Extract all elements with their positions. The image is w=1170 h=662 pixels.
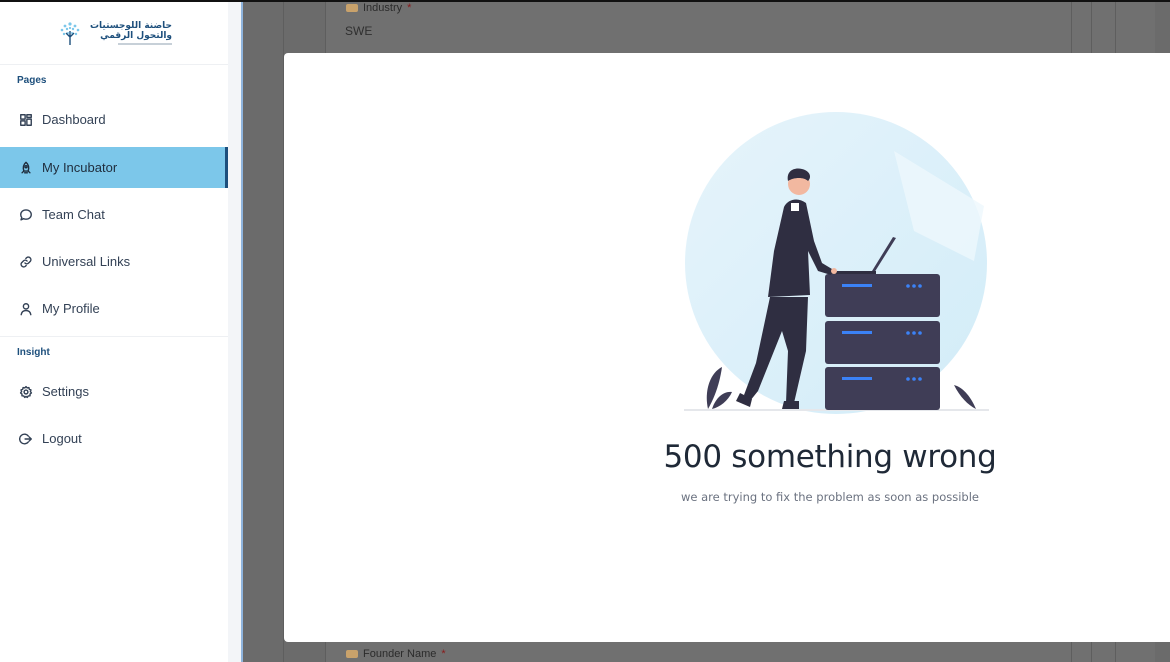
industry-field-value[interactable]: SWE [345,24,372,38]
sidebar-item-universal-links[interactable]: Universal Links [0,241,228,282]
founder-emoji-icon [346,650,358,658]
sidebar-divider [0,336,228,337]
server-error-illustration [684,112,989,414]
logo-tagline [118,42,173,45]
plant-right-icon [954,385,976,409]
founder-name-field-label: Founder Name * [346,648,446,660]
dashboard-icon [18,112,34,128]
user-icon [18,301,34,317]
sidebar-item-settings[interactable]: Settings [0,371,228,412]
logo-line-2: والتحول الرقمي [100,30,173,41]
plant-left-icon [706,367,732,409]
logout-icon [18,431,34,447]
logo-text: حاضنة اللوجستيات والتحول الرقمي [89,20,173,45]
sidebar-item-label: My Incubator [42,160,118,175]
sidebar: حاضنة اللوجستيات والتحول الرقمي Pages Da… [0,2,228,662]
gear-icon [18,384,34,400]
sidebar-item-label: My Profile [42,301,100,316]
chat-bubble-icon [18,207,34,223]
section-label-pages: Pages [17,75,47,86]
rocket-icon [18,160,34,176]
sidebar-item-label: Settings [42,384,89,399]
industry-emoji-icon [346,4,358,12]
logo-area: حاضنة اللوجستيات والتحول الرقمي [0,2,228,65]
sidebar-item-label: Logout [42,431,82,446]
sidebar-item-label: Dashboard [42,112,106,127]
sidebar-item-my-profile[interactable]: My Profile [0,288,228,329]
sidebar-item-logout[interactable]: Logout [0,418,228,459]
logo-line-1: حاضنة اللوجستيات [89,20,173,31]
sidebar-item-my-incubator[interactable]: My Incubator [0,147,228,188]
sidebar-item-label: Team Chat [42,207,105,222]
sidebar-item-dashboard[interactable]: Dashboard [0,99,228,140]
sidebar-item-team-chat[interactable]: Team Chat [0,194,228,235]
industry-field-label: Industry * [346,2,411,14]
sidebar-item-label: Universal Links [42,254,131,269]
error-title: 500 something wrong [663,439,997,475]
server-rack-icon [825,274,940,410]
section-label-insight: Insight [17,347,50,358]
error-subtitle: we are trying to fix the problem as soon… [680,490,980,504]
app-root: حاضنة اللوجستيات والتحول الرقمي Pages Da… [0,0,1170,662]
logo[interactable]: حاضنة اللوجستيات والتحول الرقمي [56,19,173,47]
link-icon [18,254,34,270]
sidebar-gutter [228,2,241,662]
tree-logo-icon [60,22,80,45]
error-modal: 500 something wrong we are trying to fix… [284,53,1170,642]
